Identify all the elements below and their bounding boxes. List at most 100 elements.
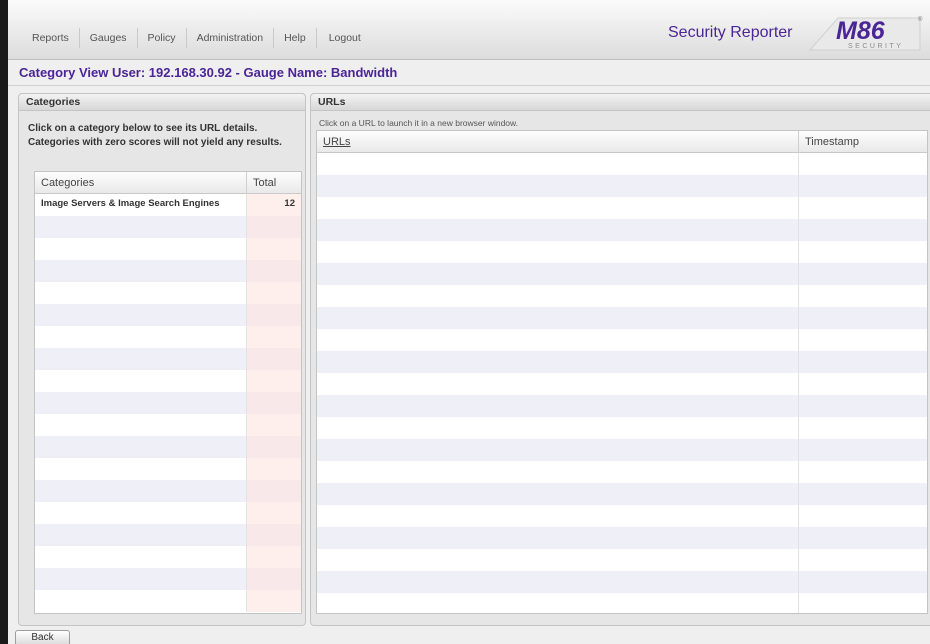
table-cell-url xyxy=(317,285,799,307)
table-cell-category xyxy=(35,392,247,414)
categories-panel-title: Categories xyxy=(19,94,305,111)
table-cell-timestamp xyxy=(799,241,927,263)
table-cell-timestamp xyxy=(799,505,927,527)
table-cell-category xyxy=(35,216,247,238)
table-cell-total xyxy=(247,458,301,480)
table-cell-url xyxy=(317,593,799,613)
empty-table-row xyxy=(35,568,301,590)
table-cell-total xyxy=(247,282,301,304)
table-cell-url xyxy=(317,527,799,549)
urls-table: URLs Timestamp xyxy=(316,130,928,614)
empty-table-row xyxy=(35,282,301,304)
categories-instructions: Click on a category below to see its URL… xyxy=(28,123,282,148)
empty-table-row xyxy=(35,348,301,370)
table-cell-total xyxy=(247,546,301,568)
table-cell-category xyxy=(35,502,247,524)
table-cell-url xyxy=(317,395,799,417)
table-cell-total xyxy=(247,216,301,238)
nav-logout[interactable]: Logout xyxy=(317,28,371,48)
table-cell-total xyxy=(247,238,301,260)
categories-table-header: Categories Total xyxy=(35,172,301,194)
svg-text:®: ® xyxy=(918,16,923,23)
empty-table-row xyxy=(35,304,301,326)
table-cell-timestamp xyxy=(799,527,927,549)
table-cell-category xyxy=(35,524,247,546)
table-cell-category xyxy=(35,546,247,568)
nav-administration[interactable]: Administration xyxy=(187,28,275,48)
empty-table-row xyxy=(317,593,927,613)
table-cell-total xyxy=(247,348,301,370)
empty-table-row xyxy=(35,524,301,546)
empty-table-row xyxy=(35,370,301,392)
empty-table-row xyxy=(317,219,927,241)
table-cell-category xyxy=(35,304,247,326)
main-menu: Reports Gauges Policy Administration Hel… xyxy=(22,28,371,48)
table-cell-timestamp xyxy=(799,461,927,483)
empty-table-row xyxy=(35,590,301,612)
table-cell-url xyxy=(317,351,799,373)
table-cell-total xyxy=(247,260,301,282)
column-header-total[interactable]: Total xyxy=(247,172,301,194)
column-header-categories[interactable]: Categories xyxy=(35,172,247,194)
table-cell-timestamp xyxy=(799,263,927,285)
nav-reports[interactable]: Reports xyxy=(22,28,80,48)
table-cell-timestamp xyxy=(799,483,927,505)
empty-table-row xyxy=(317,527,927,549)
empty-table-row xyxy=(35,260,301,282)
urls-table-body xyxy=(317,153,927,613)
table-cell-timestamp xyxy=(799,395,927,417)
empty-table-row xyxy=(35,480,301,502)
empty-table-row xyxy=(317,197,927,219)
table-cell-url xyxy=(317,241,799,263)
page-title: Category View User: 192.168.30.92 - Gaug… xyxy=(19,65,398,80)
table-cell-url xyxy=(317,571,799,593)
empty-table-row xyxy=(317,175,927,197)
table-cell-total: 12 xyxy=(247,194,301,216)
table-cell-url xyxy=(317,549,799,571)
urls-table-header: URLs Timestamp xyxy=(317,131,927,153)
nav-help[interactable]: Help xyxy=(274,28,317,48)
table-row[interactable]: Image Servers & Image Search Engines 12 xyxy=(35,194,301,216)
empty-table-row xyxy=(317,241,927,263)
nav-policy[interactable]: Policy xyxy=(138,28,187,48)
empty-table-row xyxy=(317,373,927,395)
window-frame-edge xyxy=(0,0,8,644)
categories-table: Categories Total Image Servers & Image S… xyxy=(34,171,302,614)
empty-table-row xyxy=(35,414,301,436)
table-cell-timestamp xyxy=(799,593,927,613)
divider xyxy=(8,85,930,86)
table-cell-timestamp xyxy=(799,175,927,197)
table-cell-timestamp xyxy=(799,417,927,439)
empty-table-row xyxy=(317,307,927,329)
column-header-urls[interactable]: URLs xyxy=(317,131,799,153)
table-cell-timestamp xyxy=(799,153,927,175)
table-cell-timestamp xyxy=(799,219,927,241)
table-cell-total xyxy=(247,436,301,458)
empty-table-row xyxy=(35,216,301,238)
nav-gauges[interactable]: Gauges xyxy=(80,28,138,48)
table-cell-total xyxy=(247,502,301,524)
back-button[interactable]: Back xyxy=(15,630,70,644)
empty-table-row xyxy=(35,238,301,260)
table-cell-total xyxy=(247,568,301,590)
table-cell-category xyxy=(35,436,247,458)
table-cell-category xyxy=(35,260,247,282)
column-header-urls-label[interactable]: URLs xyxy=(323,136,351,148)
column-header-timestamp[interactable]: Timestamp xyxy=(799,131,927,153)
table-cell-total xyxy=(247,414,301,436)
empty-table-row xyxy=(317,351,927,373)
table-cell-timestamp xyxy=(799,307,927,329)
table-cell-url xyxy=(317,307,799,329)
table-cell-category xyxy=(35,414,247,436)
empty-table-row xyxy=(35,458,301,480)
empty-table-row xyxy=(317,263,927,285)
table-cell-timestamp xyxy=(799,373,927,395)
empty-table-row xyxy=(35,326,301,348)
empty-table-row xyxy=(317,417,927,439)
table-cell-url xyxy=(317,483,799,505)
empty-table-row xyxy=(317,483,927,505)
table-cell-url xyxy=(317,197,799,219)
table-cell-timestamp xyxy=(799,197,927,219)
categories-panel: Categories Click on a category below to … xyxy=(18,93,306,626)
urls-panel: URLs Click on a URL to launch it in a ne… xyxy=(310,93,930,626)
